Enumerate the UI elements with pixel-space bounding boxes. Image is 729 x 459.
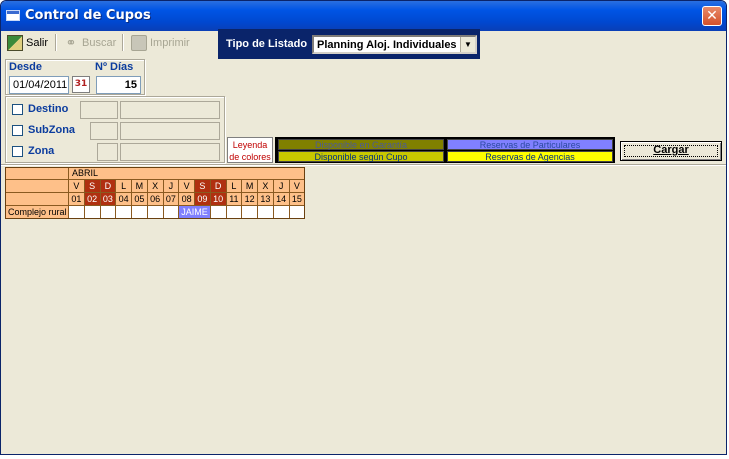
weekday-header: S (195, 180, 211, 193)
day-header: 08 (179, 193, 195, 206)
weekday-header: V (69, 180, 85, 193)
availability-cell[interactable] (100, 206, 117, 219)
tipo-listado-select[interactable]: Planning Aloj. Individuales ▼ (312, 35, 477, 54)
destino-name-field[interactable] (120, 101, 220, 119)
legend-item-agencias: Reservas de Agencias (447, 151, 613, 162)
day-header: 01 (69, 193, 85, 206)
buscar-label: Buscar (82, 36, 117, 49)
cargar-button[interactable]: Cargar (620, 141, 722, 161)
day-header: 12 (242, 193, 258, 206)
weekday-header: V (179, 180, 195, 193)
grid-corner (5, 193, 69, 206)
availability-cell[interactable] (84, 206, 101, 219)
weekday-header: J (273, 180, 290, 193)
availability-cell[interactable] (163, 206, 180, 219)
tipo-listado-value: Planning Aloj. Individuales (317, 39, 457, 51)
availability-cell[interactable] (147, 206, 164, 219)
title-bar[interactable]: Control de Cupos ✕ (1, 1, 726, 31)
close-button[interactable]: ✕ (702, 6, 722, 26)
weekday-header: D (100, 180, 117, 193)
availability-cell[interactable] (210, 206, 227, 219)
legend-title-line2: de colores (229, 152, 271, 162)
availability-cell[interactable] (69, 206, 85, 219)
availability-cell[interactable] (273, 206, 290, 219)
availability-cell[interactable] (226, 206, 243, 219)
subzona-name-field[interactable] (120, 122, 220, 140)
legend-item-garantia: Disponible en Garantía (278, 139, 444, 150)
month-header: ABRIL (69, 167, 306, 180)
day-header: 06 (147, 193, 164, 206)
day-header: 04 (116, 193, 132, 206)
subzona-code-field[interactable] (90, 122, 118, 140)
weekday-header: X (147, 180, 164, 193)
day-header: 07 (163, 193, 180, 206)
chevron-down-icon[interactable]: ▼ (460, 37, 475, 52)
booking-block[interactable]: JAIME (179, 206, 211, 219)
day-header: 10 (210, 193, 227, 206)
legend-item-cupo: Disponible según Cupo (278, 151, 444, 162)
zona-checkbox[interactable] (12, 146, 23, 157)
window-title: Control de Cupos (25, 8, 151, 23)
weekday-header: D (210, 180, 227, 193)
grid-corner (5, 167, 69, 180)
toolbar-separator (55, 34, 57, 51)
calendar-icon[interactable]: 31 (72, 76, 90, 93)
divider (1, 165, 726, 166)
destino-checkbox[interactable] (12, 104, 23, 115)
weekday-header: L (226, 180, 243, 193)
ndias-label: Nº Días (95, 61, 134, 73)
salir-button[interactable]: Salir (7, 32, 48, 53)
legend-title-line1: Leyenda (232, 140, 268, 150)
zona-code-field[interactable] (97, 143, 118, 161)
weekday-header: X (258, 180, 274, 193)
grid-corner (5, 180, 69, 193)
day-header: 02 (84, 193, 101, 206)
subzona-checkbox[interactable] (12, 125, 23, 136)
main-window: Control de Cupos ✕ Salir ⚭ Buscar Imprim… (0, 0, 727, 455)
legend-title: Leyenda de colores (227, 137, 273, 163)
day-header: 15 (289, 193, 306, 206)
tipo-listado-panel: Tipo de Listado Planning Aloj. Individua… (218, 29, 480, 59)
availability-cell[interactable] (242, 206, 258, 219)
day-header: 13 (258, 193, 274, 206)
availability-cell[interactable] (116, 206, 132, 219)
subzona-label: SubZona (28, 124, 76, 136)
weekday-header: M (132, 180, 148, 193)
day-header: 11 (226, 193, 243, 206)
day-header: 09 (195, 193, 211, 206)
ndias-input[interactable]: 15 (96, 76, 141, 94)
day-header: 03 (100, 193, 117, 206)
weekday-header: J (163, 180, 180, 193)
color-legend: Disponible en Garantía Reservas de Parti… (275, 137, 615, 163)
desde-label: Desde (9, 61, 43, 73)
zona-label: Zona (28, 145, 55, 157)
availability-cell[interactable] (258, 206, 274, 219)
day-header: 05 (132, 193, 148, 206)
row-label: Complejo rural (5, 206, 69, 219)
exit-door-icon (7, 34, 23, 51)
binoculars-icon: ⚭ (65, 34, 77, 50)
weekday-header: S (84, 180, 101, 193)
destino-label: Destino (28, 103, 69, 115)
zona-name-field[interactable] (120, 143, 220, 161)
weekday-header: M (242, 180, 258, 193)
availability-cell[interactable] (132, 206, 148, 219)
toolbar-separator (122, 34, 124, 51)
printer-icon (131, 34, 147, 51)
weekday-header: L (116, 180, 132, 193)
day-header: 14 (273, 193, 290, 206)
imprimir-button[interactable]: Imprimir (131, 32, 190, 53)
tipo-listado-label: Tipo de Listado (226, 38, 308, 50)
legend-item-particulares: Reservas de Particulares (447, 139, 613, 150)
buscar-button[interactable]: ⚭ Buscar (63, 32, 117, 53)
weekday-header: V (289, 180, 306, 193)
window-icon (6, 10, 20, 21)
desde-input[interactable]: 01/04/2011 (9, 76, 69, 94)
imprimir-label: Imprimir (150, 36, 190, 49)
salir-label: Salir (26, 36, 49, 49)
destino-code-field[interactable] (80, 101, 118, 119)
availability-cell[interactable] (289, 206, 306, 219)
